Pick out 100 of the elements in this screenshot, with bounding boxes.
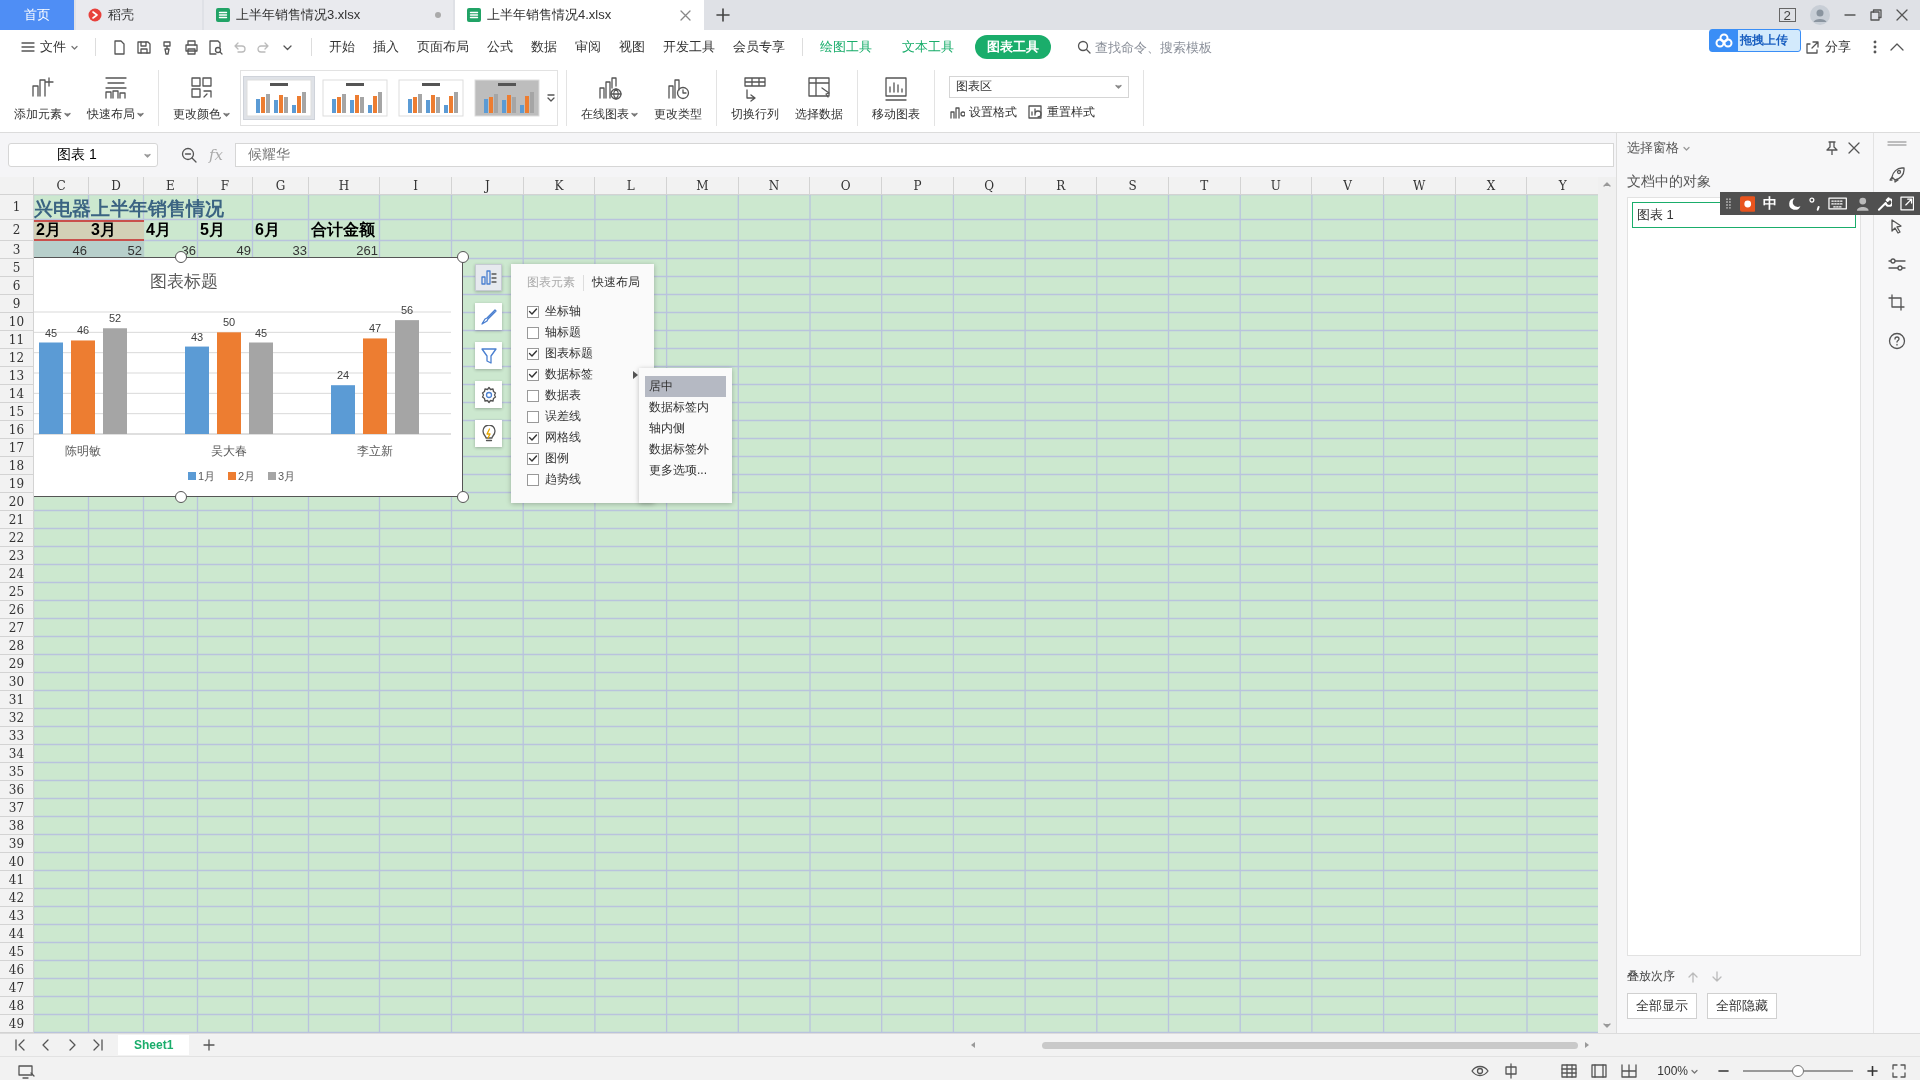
row-header[interactable]: 34: [0, 745, 34, 763]
caret-icon[interactable]: [1691, 1068, 1698, 1074]
normal-view-icon[interactable]: [1561, 1064, 1578, 1078]
resize-handle[interactable]: [457, 491, 469, 503]
caret-icon[interactable]: [71, 44, 78, 50]
column-header[interactable]: U: [1240, 177, 1313, 195]
eye-icon[interactable]: [1471, 1063, 1490, 1079]
column-header[interactable]: S: [1097, 177, 1169, 195]
pin-icon[interactable]: [1825, 141, 1839, 155]
row-header[interactable]: 46: [0, 961, 34, 979]
row-header[interactable]: 41: [0, 871, 34, 889]
element-option[interactable]: 图表标题: [527, 343, 639, 364]
menu-tab[interactable]: 开始: [320, 35, 364, 59]
row-header[interactable]: 39: [0, 835, 34, 853]
column-header[interactable]: T: [1168, 177, 1241, 195]
macro-icon[interactable]: [18, 1063, 35, 1079]
caret-icon[interactable]: [223, 111, 230, 117]
window-count-button[interactable]: 2: [1778, 8, 1796, 22]
ribbon-button[interactable]: 选择数据: [787, 64, 851, 132]
more-icon[interactable]: [1872, 40, 1878, 54]
formula-field[interactable]: 候耀华: [235, 143, 1614, 167]
keyboard-icon[interactable]: [1828, 196, 1848, 211]
row-header[interactable]: 9: [0, 295, 34, 313]
help-icon[interactable]: [1888, 332, 1906, 350]
menu-tab[interactable]: 视图: [610, 35, 654, 59]
column-header[interactable]: I: [380, 177, 452, 195]
punctuation-icon[interactable]: [1808, 196, 1821, 211]
row-header[interactable]: 47: [0, 979, 34, 997]
row-header[interactable]: 23: [0, 547, 34, 565]
restore-icon[interactable]: [1870, 9, 1882, 21]
popup-tab[interactable]: 快速布局: [592, 272, 640, 293]
column-header[interactable]: F: [198, 177, 253, 195]
column-header[interactable]: M: [667, 177, 739, 195]
menu-item[interactable]: 居中: [645, 376, 726, 397]
row-header[interactable]: 21: [0, 511, 34, 529]
row-header[interactable]: 3: [0, 241, 34, 259]
row-header[interactable]: 22: [0, 529, 34, 547]
scroll-thumb[interactable]: [1042, 1041, 1578, 1049]
element-option[interactable]: 轴标题: [527, 322, 639, 343]
input-mode-icon[interactable]: [1503, 1063, 1520, 1079]
caret-icon[interactable]: [631, 111, 638, 117]
ribbon-button[interactable]: 移动图表: [864, 64, 928, 132]
column-header[interactable]: N: [738, 177, 811, 195]
menu-icon[interactable]: [21, 40, 35, 54]
row-header[interactable]: 11: [0, 331, 34, 349]
menu-tab[interactable]: 公式: [478, 35, 522, 59]
row-header[interactable]: 2: [0, 220, 34, 241]
column-header[interactable]: W: [1383, 177, 1456, 195]
row-header[interactable]: 45: [0, 943, 34, 961]
column-header[interactable]: H: [309, 177, 380, 195]
share-icon[interactable]: [1805, 39, 1820, 55]
row-header[interactable]: 1: [0, 195, 34, 220]
menu-tab[interactable]: 审阅: [566, 35, 610, 59]
element-option[interactable]: 图例: [527, 448, 639, 469]
column-header[interactable]: X: [1455, 177, 1528, 195]
rocket-icon[interactable]: [1888, 166, 1906, 184]
row-header[interactable]: 32: [0, 709, 34, 727]
row-header[interactable]: 36: [0, 781, 34, 799]
pane-button[interactable]: 全部显示: [1627, 993, 1697, 1019]
upload-toast[interactable]: 拖拽上传: [1709, 29, 1801, 52]
row-header[interactable]: 48: [0, 997, 34, 1015]
column-header[interactable]: L: [595, 177, 668, 195]
file-menu[interactable]: 文件: [12, 35, 87, 59]
ribbon-button[interactable]: 切换行列: [723, 64, 787, 132]
column-header[interactable]: Y: [1527, 177, 1598, 195]
format-button[interactable]: 重置样式: [1027, 103, 1095, 121]
checkbox[interactable]: [527, 326, 539, 339]
element-option[interactable]: 网格线: [527, 427, 639, 448]
legend-item[interactable]: 3月: [268, 470, 296, 482]
zoom-level-button[interactable]: 100%: [1651, 1063, 1704, 1079]
column-header[interactable]: C: [34, 177, 89, 195]
format-button[interactable]: 设置格式: [949, 103, 1017, 121]
caret-icon[interactable]: [1115, 84, 1122, 89]
element-dropdown[interactable]: 图表区: [949, 75, 1129, 98]
ribbon-button[interactable]: 添加元素: [6, 64, 79, 132]
row-header[interactable]: 49: [0, 1015, 34, 1033]
row-header[interactable]: 27: [0, 619, 34, 637]
plus-icon[interactable]: [716, 8, 730, 22]
column-header[interactable]: J: [452, 177, 524, 195]
column-header[interactable]: D: [89, 177, 144, 195]
pane-button[interactable]: 全部隐藏: [1707, 993, 1777, 1019]
save-icon[interactable]: [136, 39, 151, 55]
resize-handle[interactable]: [457, 251, 469, 263]
scroll-left-icon[interactable]: [970, 1041, 976, 1049]
row-header[interactable]: 44: [0, 925, 34, 943]
person-icon[interactable]: [1855, 196, 1870, 211]
last-sheet-icon[interactable]: [92, 1039, 104, 1051]
submenu-arrow-icon[interactable]: [632, 369, 639, 380]
checkbox[interactable]: [527, 389, 539, 402]
row-header[interactable]: 43: [0, 907, 34, 925]
legend-item[interactable]: 1月: [188, 470, 216, 482]
chart-title[interactable]: 图表标题: [150, 272, 218, 291]
row-header[interactable]: 25: [0, 583, 34, 601]
column-header[interactable]: P: [882, 177, 954, 195]
row-header[interactable]: 14: [0, 385, 34, 403]
print-preview-icon[interactable]: [208, 39, 223, 55]
collapse-icon[interactable]: [1890, 42, 1904, 52]
sliders-icon[interactable]: [1888, 256, 1906, 274]
row-header[interactable]: 31: [0, 691, 34, 709]
tab[interactable]: 上半年销售情况3.xlsx: [204, 0, 453, 30]
